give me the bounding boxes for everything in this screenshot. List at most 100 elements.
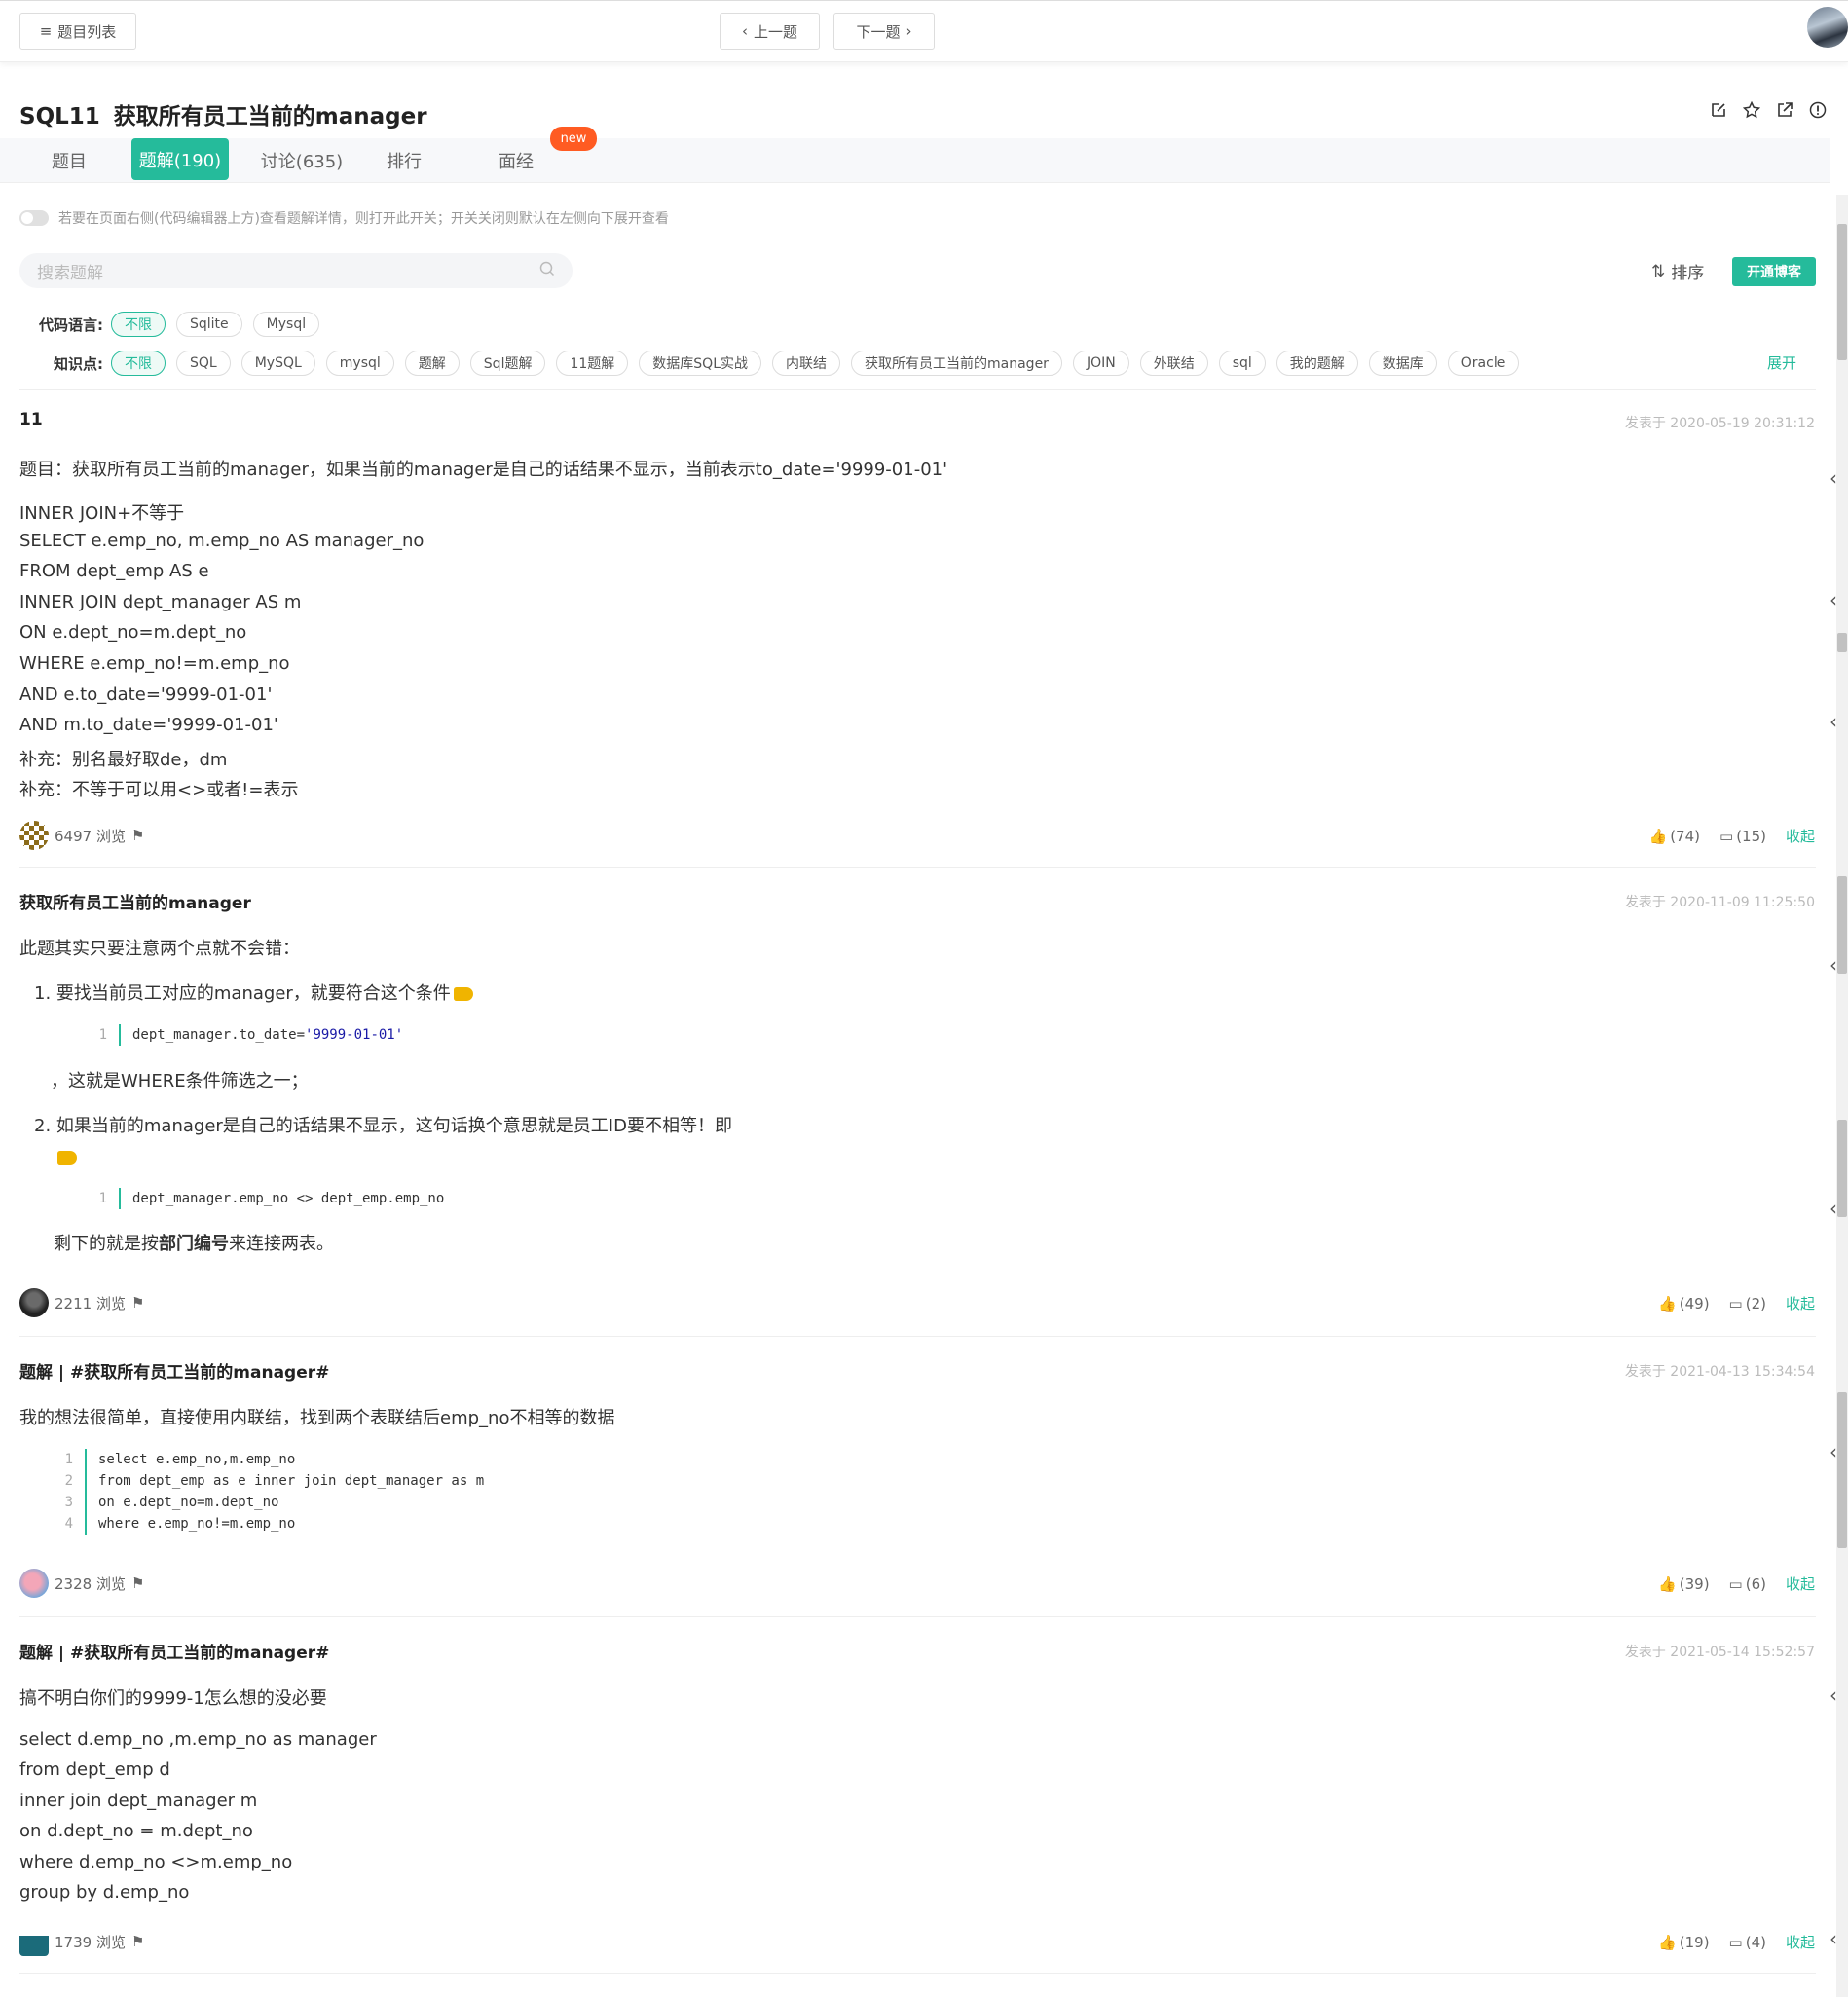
tab-interview[interactable]: 面经 [482, 138, 550, 182]
tab-problem[interactable]: 题目 [35, 138, 103, 182]
chevron-left-icon[interactable]: ‹ [1823, 588, 1844, 611]
post-title[interactable]: 题解 | #获取所有员工当前的manager# [19, 1358, 329, 1383]
like-button[interactable]: 👍 (39) [1658, 1575, 1709, 1593]
lang-pill[interactable]: 不限 [111, 312, 166, 337]
problem-list-button[interactable]: ≡ 题目列表 [19, 13, 136, 50]
chevron-left-icon[interactable]: ‹ [1823, 466, 1844, 490]
collapse-link[interactable]: 收起 [1786, 826, 1815, 846]
search-input[interactable]: 搜索题解 [19, 253, 573, 288]
post-date: 发表于 2020-11-09 11:25:50 [1624, 895, 1815, 910]
post-stats: 👍 (19) ▭ (4) 收起 [1658, 1932, 1815, 1952]
chevron-left-icon[interactable]: ‹ [1823, 953, 1844, 977]
post-text: AND m.to_date='9999-01-01' [19, 715, 278, 735]
scrollbar[interactable] [1836, 195, 1848, 1997]
info-icon[interactable] [1809, 101, 1827, 119]
search-icon[interactable] [539, 261, 555, 281]
comment-button[interactable]: ▭ (15) [1719, 828, 1766, 845]
post-text: SELECT e.emp_no, m.emp_no AS manager_no [19, 531, 425, 551]
tab-ranking[interactable]: 排行 [370, 138, 438, 182]
lang-pill[interactable]: Sqlite [176, 312, 242, 337]
collapse-link[interactable]: 收起 [1786, 1293, 1815, 1313]
topic-pill[interactable]: JOIN [1072, 351, 1129, 376]
like-count: (39) [1679, 1574, 1710, 1593]
topic-pill[interactable]: sql [1218, 351, 1266, 376]
comment-button[interactable]: ▭ (6) [1729, 1575, 1766, 1593]
post-title[interactable]: 获取所有员工当前的manager [19, 889, 251, 913]
display-toggle-row: 若要在页面右侧(代码编辑器上方)查看题解详情，则打开此开关；开关关闭则默认在左侧… [19, 208, 669, 228]
chevron-left-icon[interactable]: ‹ [1823, 1683, 1844, 1707]
next-problem-button[interactable]: 下一题 › [833, 13, 935, 50]
code-text: dept_manager.to_date= [132, 1027, 306, 1043]
collapse-link[interactable]: 收起 [1786, 1932, 1815, 1952]
report-icon[interactable]: ⚑ [131, 1933, 144, 1950]
edit-icon[interactable] [1710, 101, 1727, 119]
topic-pill[interactable]: Oracle [1447, 351, 1520, 376]
divider [19, 389, 1816, 390]
star-icon[interactable] [1743, 101, 1760, 119]
chevron-left-icon[interactable]: ‹ [1823, 1927, 1844, 1950]
post-text: INNER JOIN+不等于 [19, 503, 185, 524]
code-text: from dept_emp as e inner join dept_manag… [98, 1473, 485, 1489]
post-stats: 👍 (74) ▭ (15) 收起 [1649, 826, 1815, 846]
post-meta: 2328 浏览 ⚑ [19, 1569, 144, 1598]
share-icon[interactable] [1776, 101, 1793, 119]
topic-pill[interactable]: SQL [176, 351, 231, 376]
topic-pill[interactable]: 11题解 [556, 351, 629, 376]
avatar[interactable] [19, 821, 49, 850]
line-number: 1 [78, 1024, 121, 1046]
topic-pill[interactable]: 获取所有员工当前的manager [851, 351, 1062, 376]
topic-pill[interactable]: 我的题解 [1275, 351, 1358, 376]
thumbs-up-icon: 👍 [1658, 1574, 1677, 1593]
scrollbar-thumb[interactable] [1837, 1392, 1847, 1548]
topic-pill[interactable]: 外联结 [1139, 351, 1208, 376]
post-title[interactable]: 11 [19, 410, 43, 429]
tab-solutions[interactable]: 题解(190) [131, 138, 229, 180]
open-blog-button[interactable]: 开通博客 [1732, 257, 1816, 286]
list-item: 1. 要找当前员工对应的manager，就要符合这个条件 [34, 980, 473, 1005]
display-toggle[interactable] [19, 210, 49, 226]
sort-button[interactable]: ⇅ 排序 [1651, 259, 1704, 284]
topic-pill[interactable]: 数据库 [1368, 351, 1437, 376]
topic-pill[interactable]: 内联结 [772, 351, 841, 376]
lang-pill[interactable]: Mysql [252, 312, 320, 337]
prev-problem-button[interactable]: ‹ 上一题 [720, 13, 820, 50]
chevron-right-icon: › [906, 22, 912, 40]
like-button[interactable]: 👍 (49) [1658, 1295, 1709, 1313]
like-button[interactable]: 👍 (74) [1649, 828, 1700, 845]
user-avatar[interactable] [1807, 7, 1848, 48]
post-text: AND e.to_date='9999-01-01' [19, 684, 273, 705]
expand-filters-link[interactable]: 展开 [1767, 352, 1796, 373]
line-number: 1 [78, 1188, 121, 1209]
avatar[interactable] [19, 1288, 49, 1317]
report-icon[interactable]: ⚑ [131, 1574, 144, 1592]
language-filter-label: 代码语言: [39, 315, 103, 334]
comment-icon: ▭ [1728, 1294, 1743, 1313]
chevron-left-icon[interactable]: ‹ [1823, 1197, 1844, 1220]
collapse-link[interactable]: 收起 [1786, 1573, 1815, 1594]
post-title[interactable]: 题解 | #获取所有员工当前的manager# [19, 1639, 329, 1663]
report-icon[interactable]: ⚑ [131, 1294, 144, 1312]
comment-button[interactable]: ▭ (4) [1729, 1934, 1766, 1951]
topic-pill[interactable]: 不限 [111, 351, 166, 376]
avatar[interactable] [19, 1927, 49, 1956]
topic-pill[interactable]: Sql题解 [469, 351, 546, 376]
topic-pill[interactable]: MySQL [240, 351, 315, 376]
list-icon: ≡ [39, 22, 53, 40]
code-block: 1 dept_manager.to_date= '9999-01-01' [78, 1024, 403, 1046]
report-icon[interactable]: ⚑ [131, 827, 144, 844]
avatar[interactable] [19, 1569, 49, 1598]
scrollbar-thumb[interactable] [1837, 224, 1847, 360]
chevron-left-icon[interactable]: ‹ [1823, 1440, 1844, 1463]
topic-pill[interactable]: 题解 [404, 351, 460, 376]
toggle-description: 若要在页面右侧(代码编辑器上方)查看题解详情，则打开此开关；开关关闭则默认在左侧… [58, 211, 669, 227]
like-button[interactable]: 👍 (19) [1658, 1934, 1709, 1951]
topic-pill[interactable]: mysql [325, 351, 394, 376]
topic-pill[interactable]: 数据库SQL实战 [639, 351, 762, 376]
comment-button[interactable]: ▭ (2) [1729, 1295, 1766, 1313]
post-meta: 6497 浏览 ⚑ [19, 821, 144, 850]
scrollbar-thumb[interactable] [1837, 633, 1847, 652]
line-number: 2 [44, 1470, 87, 1492]
tab-discussion[interactable]: 讨论(635) [248, 138, 355, 182]
post-text: 补充：不等于可以用<>或者!=表示 [19, 780, 299, 800]
chevron-left-icon[interactable]: ‹ [1823, 710, 1844, 733]
